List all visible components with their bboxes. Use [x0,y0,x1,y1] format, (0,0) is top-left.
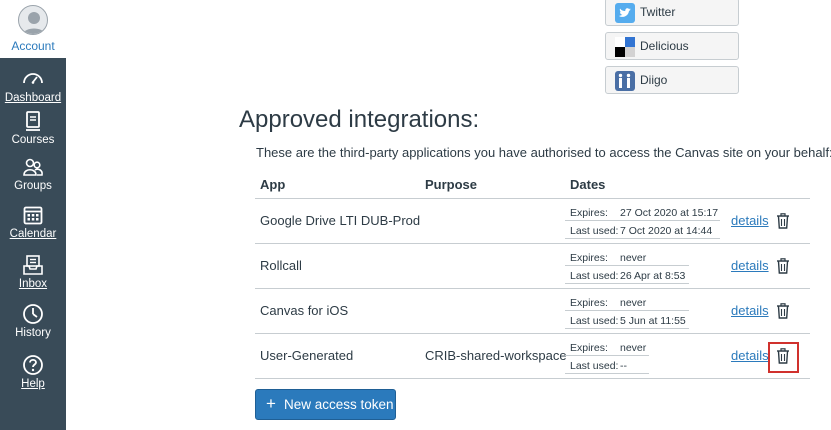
app-name: User-Generated [260,348,354,363]
history-icon [23,304,43,324]
expires-value: never [620,297,647,309]
avatar [18,5,48,35]
help-icon [23,355,43,375]
app-name: Canvas for iOS [260,303,349,318]
share-twitter-button[interactable]: Twitter [605,0,739,26]
column-header-dates: Dates [570,177,606,192]
nav-item-courses[interactable]: Courses [0,110,66,146]
last-used-label: Last used: [570,225,619,237]
nav-item-history[interactable]: History [0,303,66,339]
table-row: Rollcall Expires: never Last used: 26 Apr … [255,244,810,289]
expires-label: Expires: [570,297,608,309]
last-used-label: Last used: [570,360,619,372]
nav-panel: Dashboard Courses Groups Calendar Inbox … [0,58,66,430]
new-access-token-button[interactable]: + New access token [255,389,396,420]
global-nav: Account Dashboard Courses Groups Calenda… [0,0,66,430]
column-header-purpose: Purpose [425,177,478,192]
nav-label-calendar: Calendar [9,228,57,240]
last-used-label: Last used: [570,315,619,327]
account-label: Account [11,39,55,53]
delicious-icon [615,37,635,57]
nav-item-calendar[interactable]: Calendar [0,204,66,240]
nav-item-help[interactable]: Help [0,354,66,390]
app-purpose: CRIB-shared-workspace [425,348,567,363]
last-used-label: Last used: [570,270,619,282]
trash-icon[interactable] [776,258,790,274]
share-delicious-button[interactable]: Delicious [605,32,739,60]
trash-icon[interactable] [776,213,790,229]
nav-item-inbox[interactable]: Inbox [0,254,66,290]
page-title: Approved integrations: [239,106,480,133]
dashboard-icon [23,73,43,84]
nav-item-dashboard[interactable]: Dashboard [0,68,66,104]
table-row: Google Drive LTI DUB-Prod Expires: 27 Oct… [255,199,810,244]
dates-cell: Expires: never Last used: 26 Apr at 8:53 [565,248,689,284]
plus-icon: + [266,394,276,413]
integrations-description: These are the third-party applications y… [256,145,831,160]
last-used-value: -- [620,360,627,372]
details-link[interactable]: details [731,213,769,228]
nav-label-history: History [15,327,51,339]
share-diigo-label: Diigo [640,73,668,87]
column-header-app: App [260,177,286,192]
expires-value: 27 Oct 2020 at 15:17 [620,207,719,219]
trash-icon[interactable] [776,303,790,319]
last-used-value: 26 Apr at 8:53 [620,270,686,282]
dates-cell: Expires: never Last used: -- [565,338,649,374]
expires-label: Expires: [570,342,608,354]
dates-cell: Expires: 27 Oct 2020 at 15:17 Last used: 7… [565,203,720,239]
expires-label: Expires: [570,252,608,264]
details-link[interactable]: details [731,258,769,273]
groups-icon [23,158,43,176]
nav-label-help: Help [21,378,45,390]
share-twitter-label: Twitter [640,5,676,19]
calendar-icon [23,206,43,225]
table-row: Canvas for iOS Expires: never Last used: 5… [255,289,810,334]
nav-label-inbox: Inbox [18,278,48,290]
nav-item-groups[interactable]: Groups [0,156,66,192]
last-used-value: 7 Oct 2020 at 14:44 [620,225,713,237]
table-row: User-Generated CRIB-shared-workspace Exp… [255,334,810,379]
last-used-value: 5 Jun at 11:55 [620,315,686,327]
nav-label-courses: Courses [11,134,55,146]
nav-label-dashboard: Dashboard [4,92,62,104]
table-header: App Purpose Dates [255,167,810,199]
inbox-icon [23,255,43,275]
share-delicious-label: Delicious [640,39,689,53]
nav-account[interactable]: Account [0,0,66,58]
expires-value: never [620,252,647,264]
details-link[interactable]: details [731,303,769,318]
expires-label: Expires: [570,207,608,219]
details-link[interactable]: details [731,348,769,363]
dates-cell: Expires: never Last used: 5 Jun at 11:55 [565,293,689,329]
diigo-icon [615,71,635,91]
twitter-icon [615,3,635,23]
share-diigo-button[interactable]: Diigo [605,66,739,94]
highlight-box [768,342,799,373]
new-access-token-label: New access token [284,397,394,412]
courses-icon [26,111,40,131]
expires-value: never [620,342,647,354]
nav-label-groups: Groups [14,180,52,192]
app-name: Google Drive LTI DUB-Prod [260,213,421,228]
app-name: Rollcall [260,258,302,273]
